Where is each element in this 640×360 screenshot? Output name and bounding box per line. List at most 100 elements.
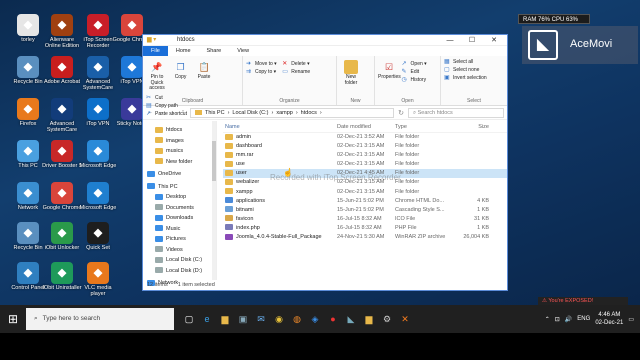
column-size[interactable]: Size: [451, 121, 489, 132]
xampp-icon[interactable]: ✕: [396, 314, 414, 325]
address-bar[interactable]: This PC › Local Disk (C:) › xampp › htdocs ›: [190, 107, 394, 118]
file-name: applications: [236, 197, 266, 204]
maximize-button[interactable]: ☐: [461, 35, 483, 46]
file-row[interactable]: admin 02-Dec-21 3:52 AM File folder: [223, 133, 507, 142]
nav-item[interactable]: musics: [143, 146, 216, 157]
windows-start-icon[interactable]: ⊞: [0, 312, 26, 326]
search-input[interactable]: ⌕ Search htdocs: [408, 107, 504, 118]
nav-item[interactable]: This PC: [143, 182, 216, 193]
file-explorer-icon[interactable]: ▆: [216, 314, 234, 325]
edit-button[interactable]: ✎ Edit: [402, 68, 427, 76]
chrome-icon[interactable]: ◉: [270, 314, 288, 325]
file-row[interactable]: index.php 16-Jul-15 8:32 AM PHP File 1 KB: [223, 224, 507, 233]
clock[interactable]: 4:46 AM 02-Dec-21: [595, 311, 623, 327]
pin-quick-access-button[interactable]: 📌 Pin to Quick access: [146, 58, 168, 92]
firefox-icon[interactable]: ◍: [288, 314, 306, 325]
breadcrumb-htdocs[interactable]: htdocs: [301, 110, 317, 116]
tab-view[interactable]: View: [229, 46, 257, 56]
mail-icon[interactable]: ✉: [252, 314, 270, 325]
vpn-icon[interactable]: ◈: [306, 314, 324, 325]
breadcrumb-local-disk[interactable]: Local Disk (C:): [232, 110, 268, 116]
rename-button[interactable]: ▭ Rename: [282, 68, 310, 76]
exposed-text: You're EXPOSED!: [548, 298, 594, 304]
notification-icon[interactable]: ▭: [628, 316, 634, 323]
desktop-icon[interactable]: ◆ VLC media player: [78, 262, 118, 297]
column-date-modified[interactable]: Date modified: [337, 121, 395, 132]
nav-item[interactable]: Music: [143, 224, 216, 235]
edge-icon[interactable]: e: [198, 314, 216, 325]
nav-scrollbar[interactable]: [212, 121, 216, 280]
copy-button[interactable]: ❐ Copy: [170, 58, 192, 81]
tab-home[interactable]: Home: [168, 46, 199, 56]
desktop-icon[interactable]: ◆ Advanced SystemCare: [42, 98, 82, 133]
nav-item[interactable]: Downloads: [143, 213, 216, 224]
properties-button[interactable]: ☑ Properties: [378, 58, 401, 81]
nav-scrollbar-thumb[interactable]: [212, 141, 216, 181]
invert-selection-button[interactable]: ▣ Invert selection: [444, 74, 504, 82]
chevron-up-icon[interactable]: ⌃: [545, 316, 550, 323]
nav-item[interactable]: Documents: [143, 203, 216, 214]
desktop-icon[interactable]: ◆ Microsoft Edge: [78, 182, 118, 211]
desktop-icon[interactable]: ◆ Alienware Online Edition: [42, 14, 82, 49]
nav-item[interactable]: OneDrive: [143, 169, 216, 180]
quick-access-folder-icon[interactable]: ▆ ▾: [147, 36, 156, 43]
tab-file[interactable]: File: [143, 46, 168, 56]
store-icon[interactable]: ▣: [234, 314, 252, 325]
history-button[interactable]: ◷ History: [402, 76, 427, 84]
file-row[interactable]: favicon 16-Jul-15 8:32 AM ICO File 31 KB: [223, 215, 507, 224]
nav-item[interactable]: Desktop: [143, 192, 216, 203]
settings-icon[interactable]: ⚙: [378, 314, 396, 325]
language-indicator[interactable]: ENG: [577, 316, 590, 322]
column-name[interactable]: Name: [223, 121, 337, 132]
nav-item[interactable]: images: [143, 136, 216, 147]
desktop-icon[interactable]: ◆ Google Chrome: [42, 182, 82, 211]
task-view-icon[interactable]: ▢: [180, 314, 198, 325]
acemovi-icon[interactable]: ◣: [342, 314, 360, 325]
desktop-icon[interactable]: ◆ Driver Booster 9: [42, 140, 82, 169]
minimize-button[interactable]: —: [439, 35, 461, 46]
onedrive-icon: [147, 170, 155, 177]
recorder-icon[interactable]: ●: [324, 314, 342, 325]
open-button[interactable]: ↗ Open ▾: [402, 60, 427, 68]
copy-to-button[interactable]: ⇉ Copy to ▾: [246, 68, 277, 76]
file-row[interactable]: use 02-Dec-21 3:15 AM File folder: [223, 160, 507, 169]
nav-item[interactable]: Videos: [143, 245, 216, 256]
acemovi-overlay[interactable]: ◣ AceMovi: [522, 26, 638, 64]
select-none-button[interactable]: ▢ Select none: [444, 66, 504, 74]
nav-item[interactable]: Local Disk (D:): [143, 266, 216, 277]
file-row[interactable]: mm.rar 02-Dec-21 3:15 AM File folder: [223, 151, 507, 160]
paste-button[interactable]: 📋 Paste: [193, 58, 215, 81]
select-all-button[interactable]: ▦ Select all: [444, 58, 504, 66]
paste-shortcut-button[interactable]: ↗ Paste shortcut: [146, 110, 187, 118]
file-row[interactable]: Joomla_4.0.4-Stable-Full_Package 24-Nov-2…: [223, 233, 507, 242]
desktop-icon[interactable]: ◆ Adobe Acrobat: [42, 56, 82, 85]
file-type: File folder: [395, 179, 420, 186]
file-row[interactable]: xampp 02-Dec-21 3:15 AM File folder: [223, 188, 507, 197]
nav-item[interactable]: Pictures: [143, 234, 216, 245]
column-type[interactable]: Type: [395, 121, 451, 132]
tab-share[interactable]: Share: [199, 46, 230, 56]
delete-button[interactable]: ✕ Delete ▾: [282, 60, 310, 68]
file-name: use: [236, 161, 245, 168]
desktop-icon[interactable]: ◆ iObit Unlocker: [42, 222, 82, 251]
nav-item[interactable]: htdocs: [143, 125, 216, 136]
desktop-icon[interactable]: ◆ IObit Uninstaller: [42, 262, 82, 291]
file-row[interactable]: dashboard 02-Dec-21 3:15 AM File folder: [223, 142, 507, 151]
file-row[interactable]: applications 15-Jun-21 5:02 PM Chrome HTML…: [223, 197, 507, 206]
nav-item[interactable]: New folder: [143, 157, 216, 168]
folder-icon[interactable]: ▆: [360, 314, 378, 325]
new-folder-button[interactable]: New folder: [340, 58, 362, 86]
close-button[interactable]: ✕: [483, 35, 505, 46]
breadcrumb-this-pc[interactable]: This PC: [205, 110, 225, 116]
file-row[interactable]: bitnami 15-Jun-21 5:02 PM Cascading Style …: [223, 206, 507, 215]
desktop-icon[interactable]: ◆ Quick Set: [78, 222, 118, 251]
move-to-button[interactable]: ➜ Move to ▾: [246, 60, 277, 68]
breadcrumb-xampp[interactable]: xampp: [276, 110, 293, 116]
refresh-icon[interactable]: ↻: [397, 109, 405, 117]
desktop-icon[interactable]: ◆ Microsoft Edge: [78, 140, 118, 169]
taskbar-search-input[interactable]: ⌕ Type here to search: [26, 308, 174, 330]
screen-recorder-icon: ◆: [87, 14, 109, 36]
nav-item[interactable]: Local Disk (C:): [143, 255, 216, 266]
network-icon[interactable]: ⊡: [555, 316, 560, 323]
volume-icon[interactable]: 🔊: [565, 316, 572, 323]
